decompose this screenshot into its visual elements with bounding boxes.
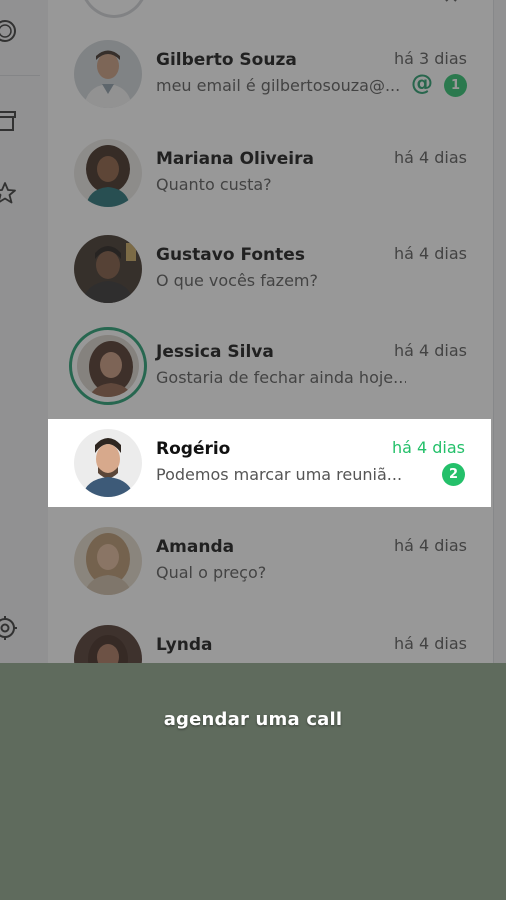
- contact-name: Lynda: [156, 635, 213, 655]
- archive-icon[interactable]: [0, 108, 18, 134]
- timestamp: há 4 dias: [393, 634, 467, 653]
- star-icon[interactable]: [0, 180, 18, 206]
- timestamp: há 4 dias: [391, 438, 465, 457]
- conversation-item-highlighted[interactable]: Rogério Podemos marcar uma reuniã... há …: [48, 419, 491, 507]
- timestamp: há 4 dias: [393, 244, 467, 263]
- contact-name: Rogério: [156, 439, 231, 459]
- contact-name: Gustavo Fontes: [156, 245, 305, 265]
- scrollbar[interactable]: [493, 0, 506, 663]
- conversation-item[interactable]: Amanda Qual o preço? há 4 dias: [48, 517, 493, 605]
- conversation-item[interactable]: Gustavo Fontes O que vocês fazem? há 4 d…: [48, 225, 493, 313]
- timestamp: há 3 dias: [393, 49, 467, 68]
- unread-badge: 2: [442, 463, 465, 486]
- avatar: [74, 625, 142, 663]
- message-preview: Qual o preço?: [156, 563, 267, 582]
- mention-icon: @: [411, 71, 433, 96]
- close-icon[interactable]: [444, 0, 458, 2]
- contact-name: Jessica Silva: [156, 342, 274, 362]
- timestamp: há 4 dias: [393, 341, 467, 360]
- rail-divider: [0, 75, 40, 76]
- video-caption: agendar uma call: [163, 709, 343, 730]
- avatar: [74, 429, 142, 497]
- avatar: [74, 527, 142, 595]
- unread-badge: 1: [444, 74, 467, 97]
- message-preview: meu email é gilbertosouza@...: [156, 76, 401, 95]
- conversation-item[interactable]: Mariana Oliveira Quanto custa? há 4 dias: [48, 129, 493, 217]
- contact-name: Amanda: [156, 537, 235, 557]
- avatar: [74, 40, 142, 108]
- settings-icon[interactable]: [0, 615, 18, 641]
- avatar: [74, 139, 142, 207]
- conversation-item[interactable]: Jessica Silva Gostaria de fechar ainda h…: [48, 322, 493, 410]
- message-preview: Quanto custa?: [156, 175, 272, 194]
- contact-name: Mariana Oliveira: [156, 149, 314, 169]
- avatar: [74, 235, 142, 303]
- left-nav-rail: [0, 0, 49, 663]
- contact-name: Gilberto Souza: [156, 50, 297, 70]
- message-preview: Gostaria de fechar ainda hoje...: [156, 368, 406, 387]
- timestamp: há 4 dias: [393, 536, 467, 555]
- status-icon[interactable]: [0, 18, 18, 44]
- avatar: [77, 335, 139, 397]
- chat-app: Gilberto Souza meu email é gilbertosouza…: [0, 0, 506, 663]
- timestamp: há 4 dias: [393, 148, 467, 167]
- conversation-item[interactable]: Gilberto Souza meu email é gilbertosouza…: [48, 30, 493, 118]
- message-preview: O que vocês fazem?: [156, 271, 318, 290]
- message-preview: Podemos marcar uma reuniã...: [156, 465, 403, 484]
- conversation-item[interactable]: Lynda há 4 dias: [48, 615, 493, 663]
